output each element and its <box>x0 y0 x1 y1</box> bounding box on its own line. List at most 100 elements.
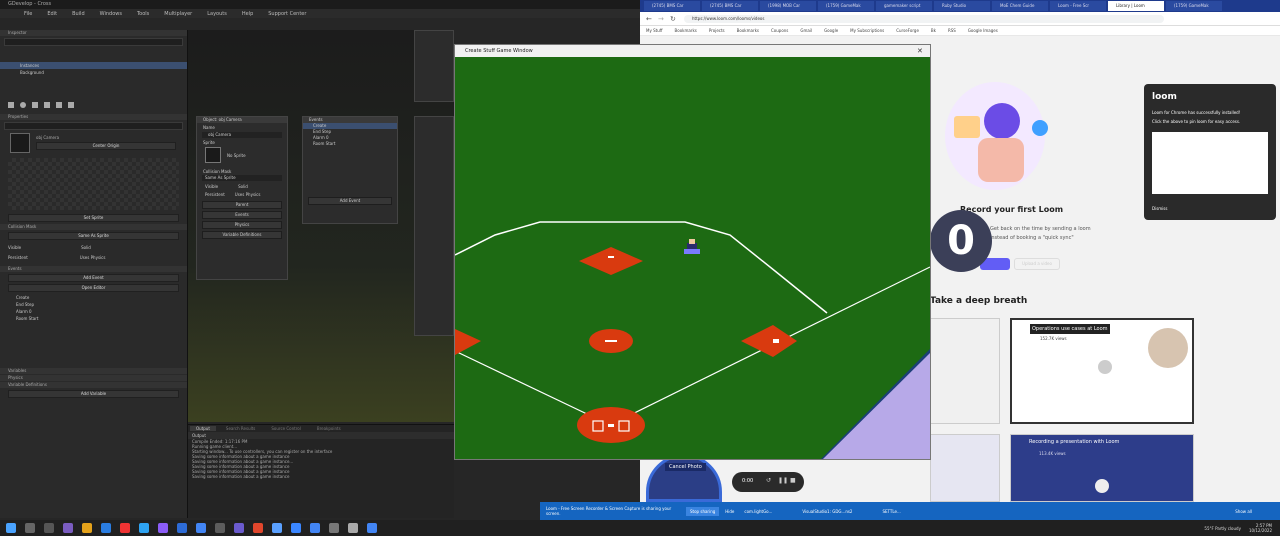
event-alarm[interactable]: Alarm 0 <box>0 308 187 315</box>
layer-item-background[interactable]: Background <box>0 69 187 76</box>
collision-mask-select[interactable]: Same As Sprite <box>8 232 179 240</box>
browser-tab[interactable]: (1759) GameMak <box>818 1 874 11</box>
pause-icon[interactable]: ❚❚ <box>778 477 788 484</box>
taskbar-item[interactable]: VisualStudio1: GDG...ns2 <box>802 509 852 514</box>
search-icon[interactable] <box>25 523 35 533</box>
bookmark[interactable]: Bk <box>931 28 936 33</box>
url-input[interactable]: https://www.loom.com/looms/videos <box>684 15 1164 23</box>
camera-button[interactable]: Cancel Photo <box>665 463 706 471</box>
video-card-3[interactable] <box>930 434 1000 502</box>
app-icon[interactable] <box>291 523 301 533</box>
gear-icon[interactable] <box>44 102 50 108</box>
taskbar-item[interactable]: SETTLe... <box>882 509 900 514</box>
menu-build[interactable]: Build <box>72 11 85 17</box>
open-editor-button[interactable]: Open Editor <box>8 284 179 292</box>
menu-support[interactable]: Support Center <box>268 11 306 17</box>
dismiss-button[interactable]: Dismiss <box>1152 206 1167 211</box>
menu-windows[interactable]: Windows <box>100 11 122 17</box>
browser-tab[interactable]: Ruby Studio <box>934 1 990 11</box>
reload-icon[interactable]: ↻ <box>670 15 676 23</box>
bookmark[interactable]: Google Images <box>968 28 998 33</box>
hide-button[interactable]: Hide <box>719 507 740 516</box>
baseball-field[interactable] <box>455 57 930 459</box>
variables-header[interactable]: Variables <box>0 368 187 374</box>
app-icon[interactable] <box>329 523 339 533</box>
physics-header[interactable]: Physics <box>0 375 187 381</box>
event-room-start[interactable]: Room Start <box>0 315 187 322</box>
task-view-icon[interactable] <box>44 523 54 533</box>
browser-tab[interactable]: Loom - Free Scr <box>1050 1 1106 11</box>
physics-button[interactable]: Physics <box>202 221 282 229</box>
browser-tab[interactable]: gamemaker script <box>876 1 932 11</box>
show-all-button[interactable]: Show all <box>1235 509 1280 514</box>
node-persistent-check[interactable]: Persistent <box>205 192 225 197</box>
forward-icon[interactable]: → <box>658 15 664 23</box>
search-input[interactable] <box>4 122 183 130</box>
parent-button[interactable]: Parent <box>202 201 282 209</box>
center-origin-button[interactable]: Center Origin <box>36 141 176 150</box>
upload-video-button[interactable]: Upload a video <box>1014 258 1060 270</box>
bookmark[interactable]: Bookmarks <box>675 28 697 33</box>
event-create[interactable]: Create <box>0 294 187 301</box>
bookmark[interactable]: My Subscriptions <box>850 28 884 33</box>
stop-sharing-button[interactable]: Stop sharing <box>686 506 720 516</box>
tab-breakpoints[interactable]: Breakpoints <box>311 426 347 431</box>
browser-tab[interactable]: (1759) GameMak <box>1166 1 1222 11</box>
mail-icon[interactable] <box>139 523 149 533</box>
trash-icon[interactable]: ■ <box>790 477 796 484</box>
browser-tab[interactable]: (1998) MOB Car <box>760 1 816 11</box>
bookmark[interactable]: Google <box>824 28 838 33</box>
node-solid-check[interactable]: Solid <box>238 184 248 189</box>
start-icon[interactable] <box>6 523 16 533</box>
tab-output[interactable]: Output <box>190 426 216 431</box>
tab-source-control[interactable]: Source Control <box>265 426 306 431</box>
bookmark[interactable]: Gmail <box>800 28 812 33</box>
app-icon[interactable] <box>272 523 282 533</box>
word-icon[interactable] <box>177 523 187 533</box>
video-card-1[interactable] <box>930 318 1000 424</box>
bookmark[interactable]: RSS <box>948 28 956 33</box>
restart-icon[interactable]: ↺ <box>766 477 771 484</box>
edge-icon[interactable] <box>101 523 111 533</box>
select-tool-icon[interactable] <box>8 102 14 108</box>
back-icon[interactable]: ← <box>646 15 652 23</box>
weather-label[interactable]: 55°F Partly cloudy <box>1204 526 1241 531</box>
app-icon[interactable] <box>234 523 244 533</box>
browser-tab[interactable]: (2745) BMS Car <box>702 1 758 11</box>
gamemaker-icon[interactable] <box>348 523 358 533</box>
add-event-button[interactable]: Add Event <box>8 274 179 282</box>
video-card-4[interactable]: Recording a presentation with Loom 113.4… <box>1010 434 1194 502</box>
set-sprite-button[interactable]: Set Sprite <box>8 214 179 222</box>
browser-tab[interactable]: (2745) BMS Car <box>644 1 700 11</box>
browser-tab[interactable]: MoE Chem Guide <box>992 1 1048 11</box>
move-tool-icon[interactable] <box>32 102 38 108</box>
app-icon[interactable] <box>253 523 263 533</box>
chrome-icon[interactable] <box>310 523 320 533</box>
save-icon[interactable] <box>68 102 74 108</box>
node-physics-check[interactable]: Uses Physics <box>235 192 261 197</box>
bookmark[interactable]: CurseForge <box>896 28 919 33</box>
browser-tab-active[interactable]: Library | Loom <box>1108 1 1164 11</box>
filter-input[interactable] <box>4 38 183 46</box>
sprite-thumbnail[interactable] <box>10 133 30 153</box>
event-end-step[interactable]: End Step <box>0 301 187 308</box>
node-visible-check[interactable]: Visible <box>205 184 218 189</box>
node-sprite-thumb[interactable] <box>205 147 221 163</box>
menu-edit[interactable]: Edit <box>47 11 57 17</box>
menu-file[interactable]: File <box>24 11 32 17</box>
teams-icon[interactable] <box>63 523 73 533</box>
menu-multiplayer[interactable]: Multiplayer <box>164 11 192 17</box>
close-icon[interactable]: ✕ <box>917 47 923 55</box>
menu-layouts[interactable]: Layouts <box>207 11 227 17</box>
tab-search-results[interactable]: Search Results <box>220 426 261 431</box>
bookmark[interactable]: Projects <box>709 28 725 33</box>
gmail-icon[interactable] <box>120 523 130 533</box>
clock-date[interactable]: 10/12/2022 <box>1249 528 1272 533</box>
folder-icon[interactable] <box>56 102 62 108</box>
node-graph[interactable]: Object: obj Camera Name obj Camera Sprit… <box>188 30 454 422</box>
events-button[interactable]: Events <box>202 211 282 219</box>
chrome-icon[interactable] <box>196 523 206 533</box>
bookmark[interactable]: Coupons <box>771 28 788 33</box>
variable-definitions-button[interactable]: Variable Definitions <box>202 231 282 239</box>
bookmark[interactable]: My Stuff <box>646 28 663 33</box>
